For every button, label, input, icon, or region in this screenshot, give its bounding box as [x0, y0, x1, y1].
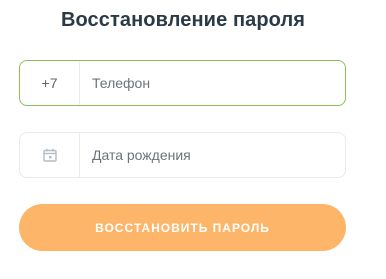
- calendar-icon-container[interactable]: [20, 133, 80, 177]
- restore-password-button[interactable]: ВОССТАНОВИТЬ ПАРОЛЬ: [19, 204, 346, 251]
- form-title: Восстановление пароля: [60, 9, 306, 31]
- calendar-icon: [42, 148, 57, 162]
- phone-field[interactable]: +7: [19, 60, 346, 106]
- phone-country-code: +7: [20, 61, 80, 105]
- birth-date-input[interactable]: [80, 133, 345, 177]
- phone-input[interactable]: [80, 61, 345, 105]
- birth-date-field[interactable]: [19, 132, 346, 178]
